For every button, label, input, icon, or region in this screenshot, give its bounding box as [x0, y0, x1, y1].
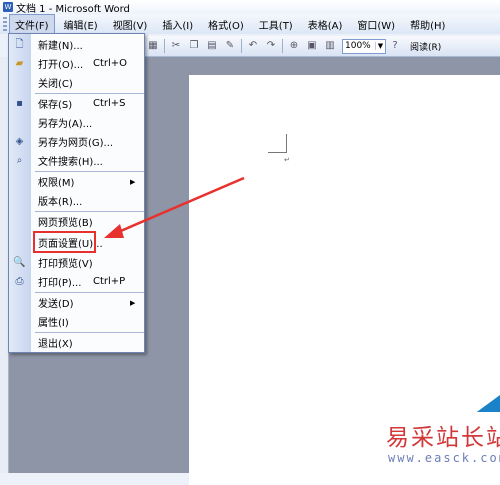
- save-disk-icon: ▪: [16, 98, 23, 109]
- watermark-url: www.easck.com: [388, 451, 500, 465]
- printer-icon: ⎙: [15, 276, 24, 287]
- menu-item-print-preview[interactable]: 🔍 打印预览(V): [9, 254, 144, 271]
- open-folder-icon: ▰: [15, 58, 24, 69]
- menu-bar: 文件(F) 编辑(E) 视图(V) 插入(I) 格式(O) 工具(T) 表格(A…: [0, 13, 500, 35]
- menubar-grip-handle[interactable]: [3, 17, 7, 31]
- undo-icon[interactable]: ↶: [247, 40, 259, 52]
- menu-separator: [35, 211, 144, 212]
- save-web-icon: ◈: [15, 136, 24, 147]
- standard-toolbar: ▦ ✂ ❐ ▤ ✎ ↶ ↷ ⊕ ▣ ▥ 100% ▼ ? 阅读(R): [144, 36, 500, 57]
- toolbar-separator: [241, 39, 242, 53]
- word-app-icon: W: [3, 2, 13, 12]
- menu-table[interactable]: 表格(A): [302, 14, 349, 35]
- menu-item-save-as-web[interactable]: ◈ 另存为网页(G)...: [9, 133, 144, 150]
- submenu-arrow-icon: ▶: [130, 298, 136, 307]
- menu-item-send-to[interactable]: 发送(D) ▶: [9, 294, 144, 311]
- menu-item-properties[interactable]: 属性(I): [9, 313, 144, 330]
- menu-separator: [35, 93, 144, 94]
- title-bar: W 文档 1 - Microsoft Word: [0, 0, 500, 15]
- menu-item-file-search[interactable]: ⌕ 文件搜索(H)...: [9, 152, 144, 169]
- zoom-combo[interactable]: 100% ▼: [342, 38, 386, 54]
- menu-window[interactable]: 窗口(W): [351, 14, 401, 35]
- page-setup-highlight-box: [33, 231, 96, 253]
- submenu-arrow-icon: ▶: [130, 177, 136, 186]
- format-painter-icon[interactable]: ✎: [224, 40, 236, 52]
- copy-icon[interactable]: ❐: [188, 40, 200, 52]
- menu-item-save-as[interactable]: 另存为(A)...: [9, 114, 144, 131]
- menu-insert[interactable]: 插入(I): [156, 14, 199, 35]
- tables-borders-icon[interactable]: ▣: [306, 40, 318, 52]
- toolbar-separator: [164, 39, 165, 53]
- menu-item-versions[interactable]: 版本(R)...: [9, 192, 144, 209]
- menu-item-open[interactable]: ▰ 打开(O)... Ctrl+O: [9, 55, 144, 72]
- menu-item-new[interactable]: 🗋 新建(N)...: [9, 36, 144, 53]
- chevron-down-icon[interactable]: ▼: [375, 42, 385, 50]
- paste-icon[interactable]: ▤: [206, 40, 218, 52]
- menu-tools[interactable]: 工具(T): [253, 14, 299, 35]
- menu-item-save[interactable]: ▪ 保存(S) Ctrl+S: [9, 95, 144, 112]
- menu-edit[interactable]: 编辑(E): [58, 14, 104, 35]
- menu-view[interactable]: 视图(V): [107, 14, 154, 35]
- menu-item-permission[interactable]: 权限(M) ▶: [9, 173, 144, 190]
- menu-help[interactable]: 帮助(H): [404, 14, 451, 35]
- menu-item-print[interactable]: ⎙ 打印(P)... Ctrl+P: [9, 273, 144, 290]
- file-search-icon: ⌕: [16, 155, 23, 166]
- cut-icon[interactable]: ✂: [170, 40, 182, 52]
- menu-item-close[interactable]: 关闭(C): [9, 74, 144, 91]
- menu-item-web-preview[interactable]: 网页预览(B): [9, 213, 144, 230]
- menu-separator: [35, 171, 144, 172]
- redo-icon[interactable]: ↷: [265, 40, 277, 52]
- insert-table-icon[interactable]: ▥: [324, 40, 336, 52]
- new-doc-icon: 🗋: [15, 39, 24, 50]
- paragraph-mark: ↵: [284, 156, 290, 164]
- print-preview-icon: 🔍: [13, 257, 26, 268]
- zoom-value: 100%: [345, 41, 371, 51]
- research-icon[interactable]: ▦: [147, 40, 159, 52]
- toolbar-separator: [282, 39, 283, 53]
- menu-item-exit[interactable]: 退出(X): [9, 334, 144, 351]
- menu-separator: [35, 292, 144, 293]
- menu-separator: [35, 332, 144, 333]
- read-button[interactable]: 阅读(R): [410, 40, 441, 53]
- watermark-text: 易采站长站: [386, 425, 500, 451]
- hyperlink-icon[interactable]: ⊕: [288, 40, 300, 52]
- menu-format[interactable]: 格式(O): [202, 14, 250, 35]
- menu-file[interactable]: 文件(F): [9, 13, 55, 35]
- window-title: 文档 1 - Microsoft Word: [16, 3, 130, 15]
- text-boundary-corner-mark: [268, 134, 287, 153]
- help-icon[interactable]: ?: [389, 40, 401, 52]
- file-menu-dropdown: 🗋 新建(N)... ▰ 打开(O)... Ctrl+O 关闭(C) ▪ 保存(…: [8, 33, 145, 353]
